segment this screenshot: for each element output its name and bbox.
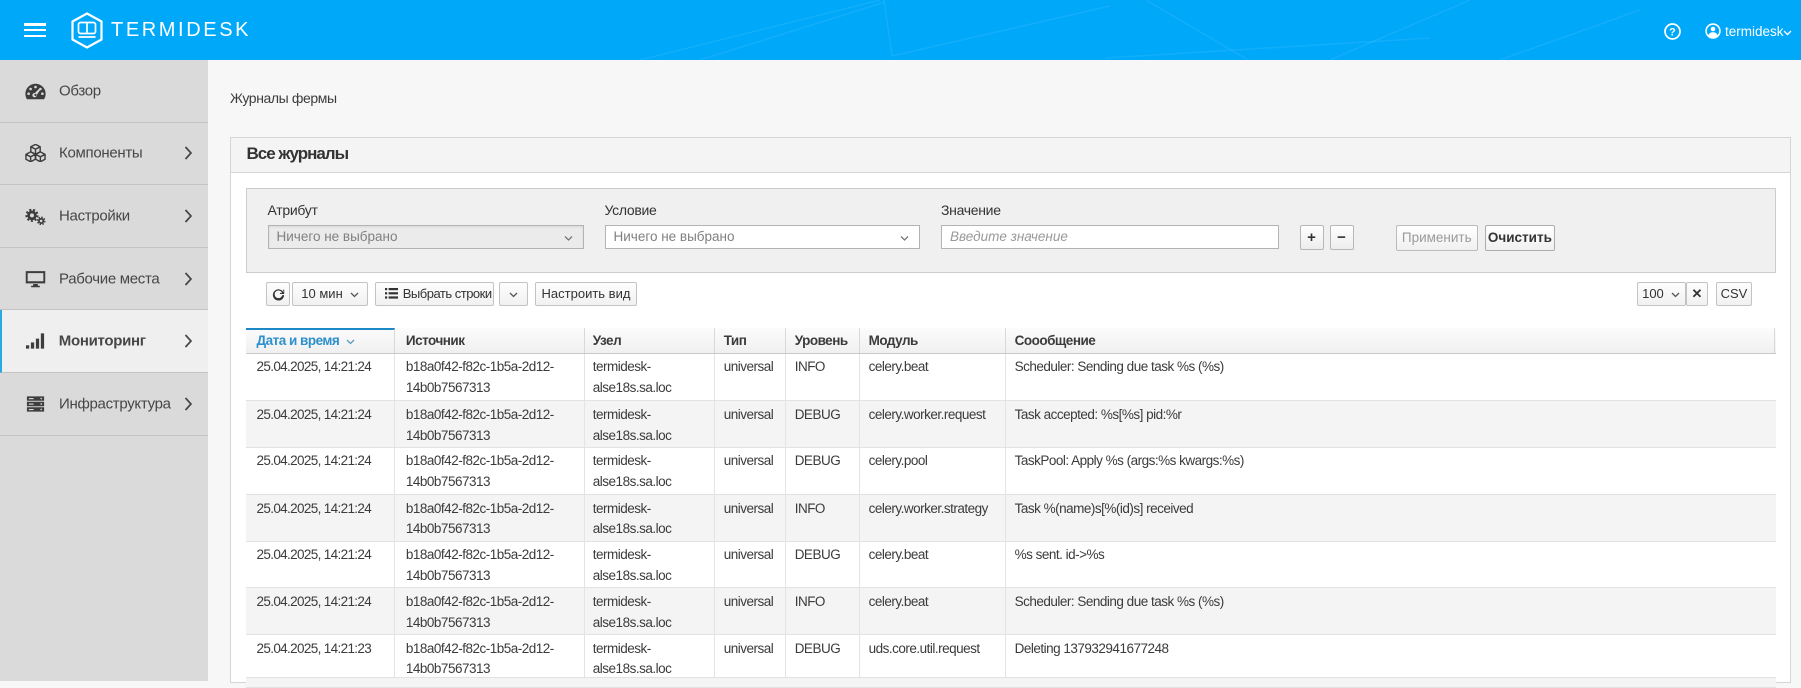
svg-text:?: ? (1669, 26, 1676, 38)
